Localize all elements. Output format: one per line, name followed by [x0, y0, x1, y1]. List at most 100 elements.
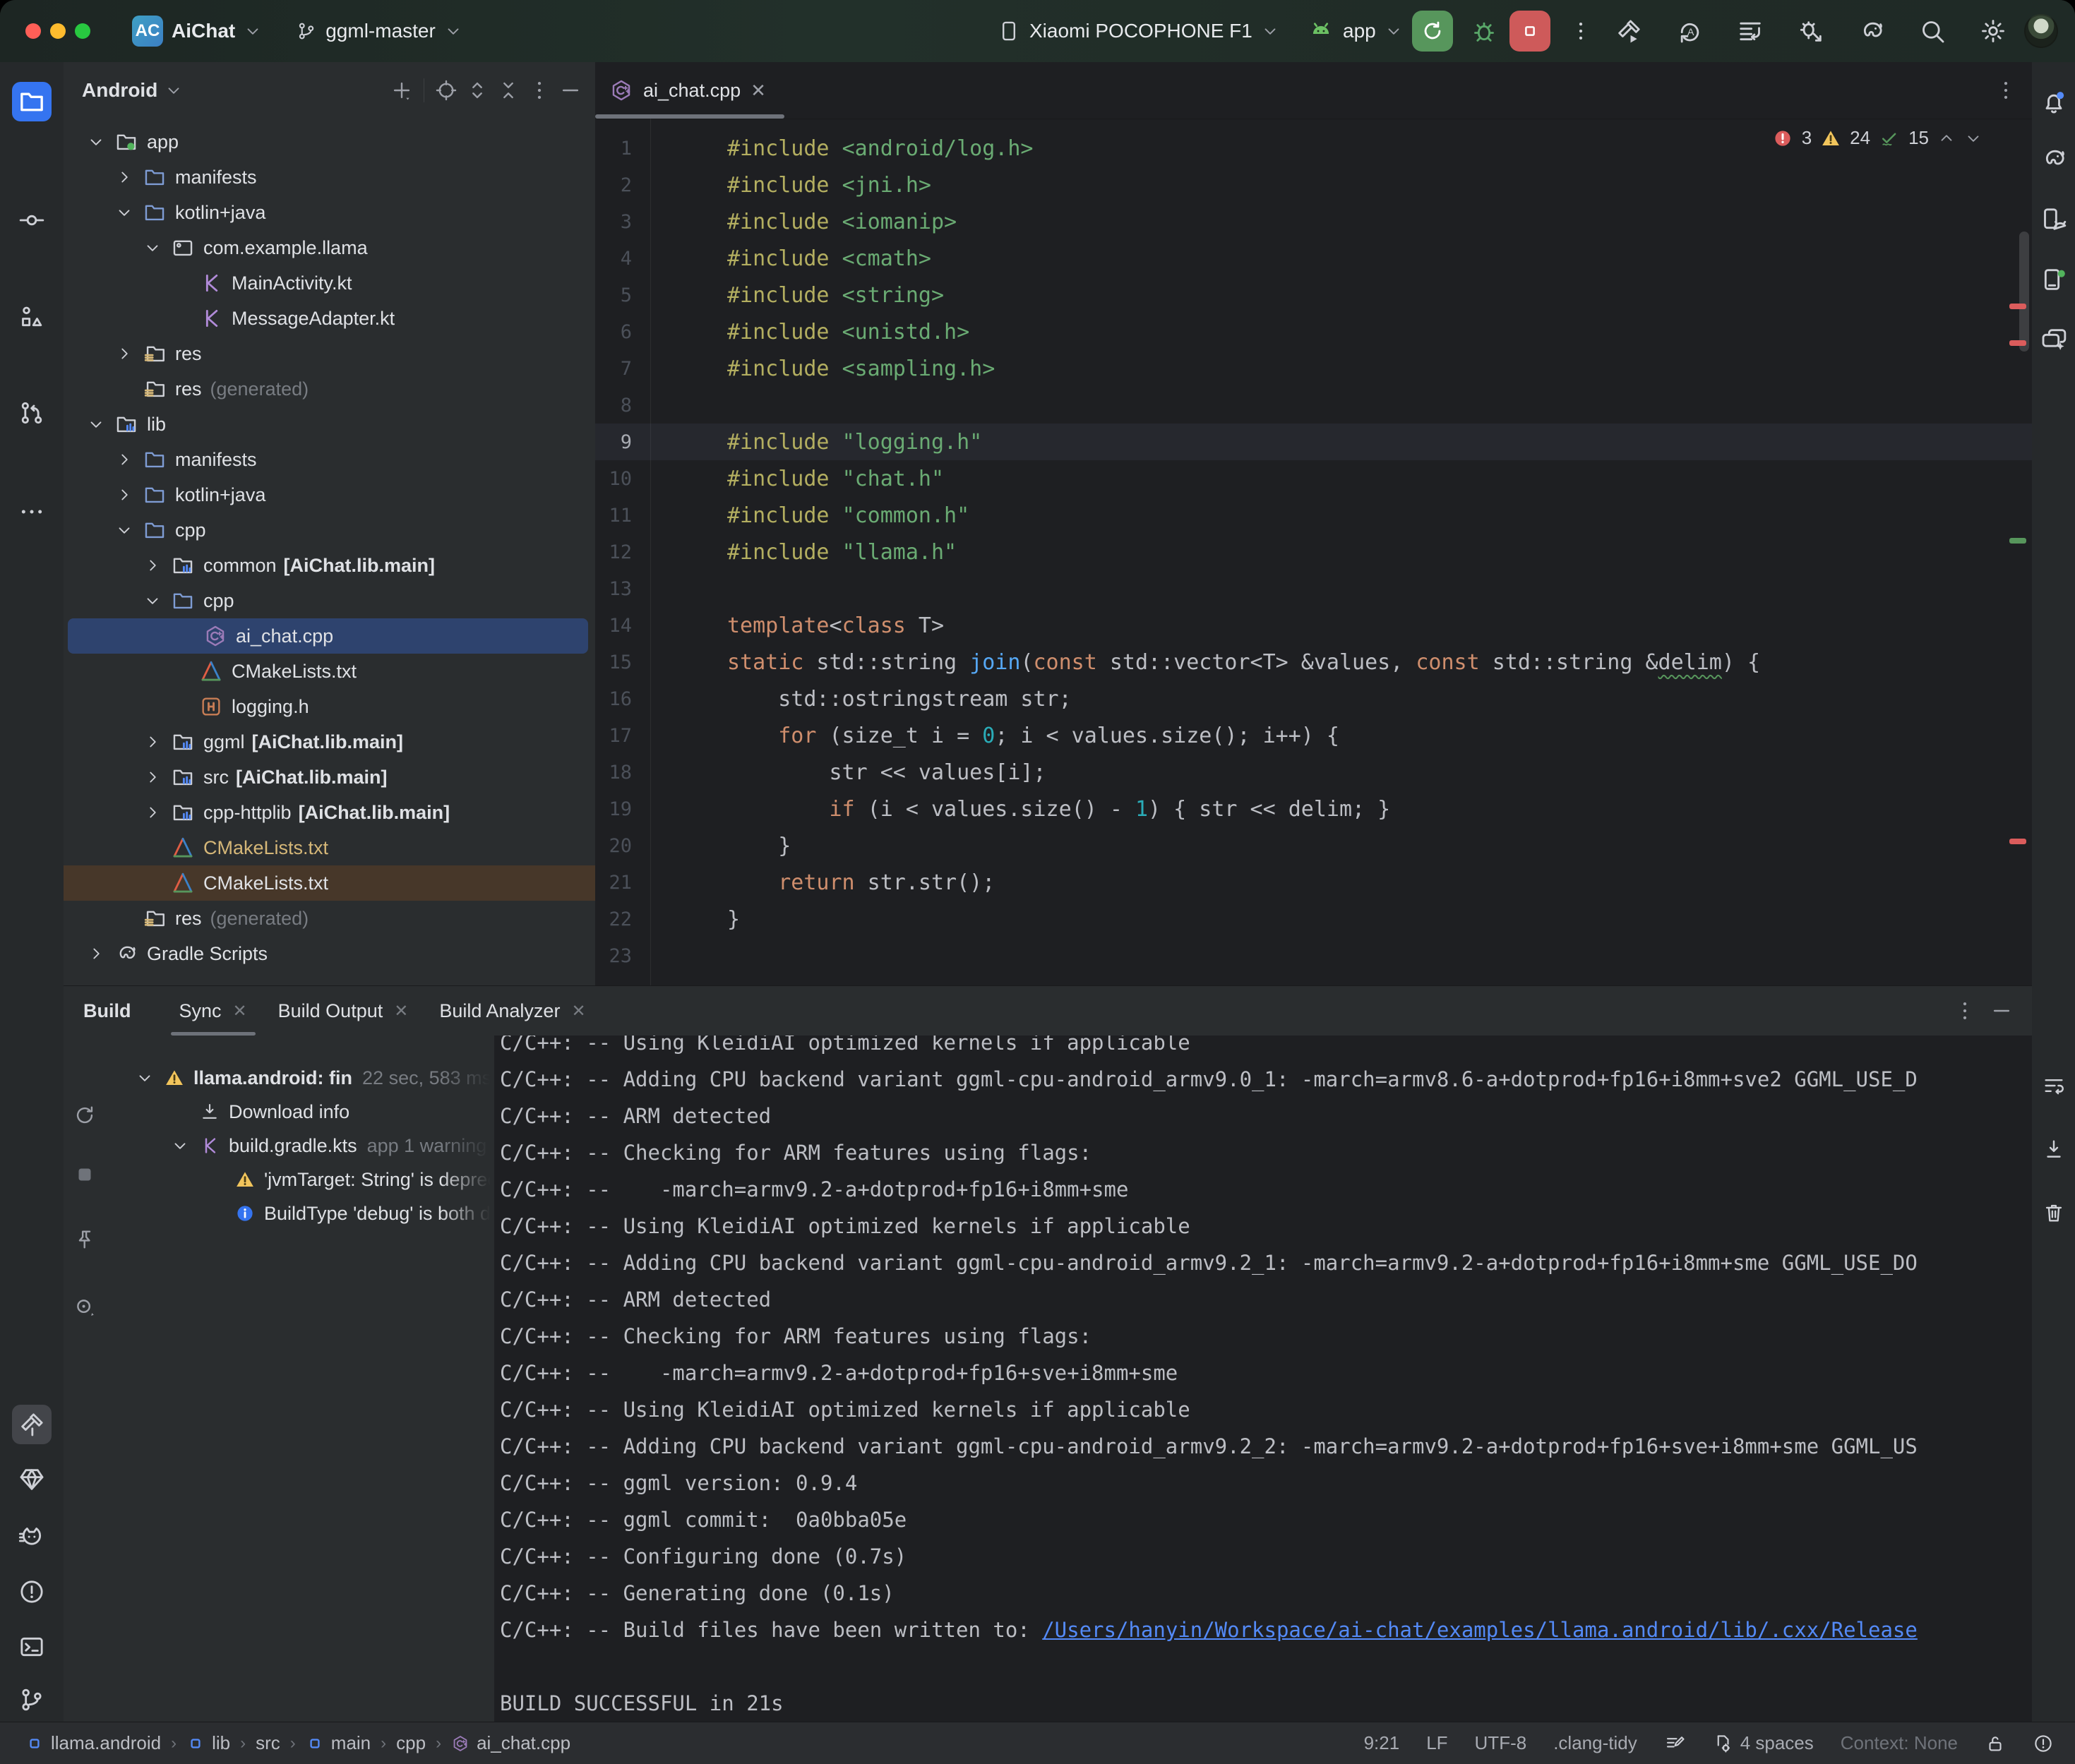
code-line-8[interactable]: 8 [595, 387, 2032, 424]
clang-tidy-widget[interactable]: .clang-tidy [1553, 1732, 1637, 1754]
chevron-down-icon[interactable] [86, 133, 114, 151]
hide-panel-icon[interactable] [1990, 999, 2014, 1023]
tree-item-common[interactable]: common[AiChat.lib.main] [64, 548, 595, 583]
tool-strip-notifications[interactable] [2034, 83, 2074, 123]
close-tab-icon[interactable]: ✕ [571, 1001, 585, 1021]
code-line-6[interactable]: 6#include <unistd.h> [595, 313, 2032, 350]
tool-strip-terminal[interactable] [12, 1627, 52, 1667]
file-encoding[interactable]: UTF-8 [1475, 1732, 1527, 1754]
code-line-21[interactable]: 21 return str.str(); [595, 864, 2032, 901]
debug-bug-icon[interactable] [1470, 17, 1498, 45]
project-view-selector[interactable]: Android [82, 79, 157, 102]
code-editor[interactable]: 1#include <android/log.h>2#include <jni.… [595, 119, 2032, 985]
tree-item-cmakelists-txt[interactable]: CMakeLists.txt [64, 654, 595, 689]
close-tab-icon[interactable]: ✕ [751, 80, 766, 102]
tool-strip-structure[interactable] [12, 297, 52, 337]
chevron-down-icon[interactable] [143, 239, 171, 257]
options-icon[interactable] [527, 78, 551, 102]
breadcrumb-lib[interactable]: lib [186, 1732, 230, 1754]
editor-scrollbar[interactable] [2019, 232, 2029, 352]
error-stripe-mark[interactable] [2009, 839, 2026, 844]
tree-item-cpp[interactable]: cpp [64, 583, 595, 618]
build-tab-sync[interactable]: Sync✕ [164, 986, 263, 1036]
chevron-right-icon[interactable] [143, 733, 171, 751]
change-stripe-mark[interactable] [2009, 538, 2026, 544]
build-node-download-info[interactable]: Download info [106, 1095, 494, 1129]
rollback-icon[interactable] [1736, 17, 1764, 45]
chevron-right-icon[interactable] [86, 944, 114, 963]
search-icon[interactable] [1918, 17, 1947, 45]
kebab-menu-icon[interactable] [1569, 19, 1593, 43]
tool-strip-device-manager[interactable] [2034, 200, 2074, 239]
chevron-down-icon[interactable] [114, 203, 143, 222]
indent-widget[interactable]: 4 spaces [1712, 1732, 1814, 1754]
settings-icon[interactable] [1979, 17, 2007, 45]
filter-icon[interactable] [73, 1295, 97, 1319]
user-avatar[interactable] [2024, 14, 2058, 48]
chevron-right-icon[interactable] [143, 556, 171, 575]
build-node-buildtype-debug-is-both-de[interactable]: BuildType 'debug' is both de [106, 1196, 494, 1230]
project-widget[interactable]: AC AiChat [132, 16, 262, 47]
chevron-right-icon[interactable] [114, 344, 143, 363]
gradle-sync-icon[interactable] [1858, 17, 1886, 45]
chevron-down-icon[interactable] [134, 1069, 164, 1087]
build-run-icon[interactable] [1615, 17, 1643, 45]
editor-options-kebab-icon[interactable] [1994, 78, 2018, 102]
tool-strip-git-branch[interactable] [12, 1680, 52, 1720]
zoom-window-button[interactable] [75, 23, 90, 39]
next-problem-chevron-icon[interactable] [1964, 129, 1983, 148]
code-line-19[interactable]: 19 if (i < values.size() - 1) { str << d… [595, 791, 2032, 827]
locate-icon[interactable] [434, 78, 458, 102]
code-line-3[interactable]: 3#include <iomanip> [595, 203, 2032, 240]
close-window-button[interactable] [25, 23, 41, 39]
tool-strip-more[interactable] [12, 492, 52, 532]
inspections-widget[interactable]: 3 24 15 [1772, 127, 1983, 149]
tree-item-cpp-httplib[interactable]: cpp-httplib[AiChat.lib.main] [64, 795, 595, 830]
build-node-build-gradle-kts[interactable]: build.gradle.ktsapp 1 warning [106, 1129, 494, 1163]
tool-strip-gemini[interactable] [2034, 320, 2074, 359]
console-tool-scroll-to-end[interactable] [2034, 1129, 2074, 1169]
tree-item-manifests[interactable]: manifests [64, 160, 595, 195]
tree-item-cpp[interactable]: cpp [64, 512, 595, 548]
tree-item-kotlin-java[interactable]: kotlin+java [64, 477, 595, 512]
tree-item-ggml[interactable]: ggml[AiChat.lib.main] [64, 724, 595, 760]
tree-item-messageadapter-kt[interactable]: MessageAdapter.kt [64, 301, 595, 336]
chevron-right-icon[interactable] [143, 803, 171, 822]
build-tab-build-output[interactable]: Build Output✕ [263, 986, 424, 1036]
stop-square-icon[interactable] [73, 1163, 97, 1187]
breadcrumb-cpp[interactable]: cpp [396, 1732, 426, 1754]
tree-item-gradle-scripts[interactable]: Gradle Scripts [64, 936, 595, 971]
problems-indicator-icon[interactable] [2033, 1733, 2054, 1754]
tool-strip-gradle[interactable] [2034, 139, 2074, 179]
build-options-kebab-icon[interactable] [1953, 999, 1977, 1023]
pin-icon[interactable] [73, 1228, 97, 1252]
code-line-18[interactable]: 18 str << values[i]; [595, 754, 2032, 791]
code-line-23[interactable]: 23 [595, 937, 2032, 974]
chevron-down-icon[interactable] [169, 1136, 199, 1155]
code-line-10[interactable]: 10#include "chat.h" [595, 460, 2032, 497]
device-selector[interactable]: Xiaomi POCOPHONE F1 [997, 19, 1279, 43]
chevron-right-icon[interactable] [114, 450, 143, 469]
tree-item-cmakelists-txt[interactable]: CMakeLists.txt [64, 830, 595, 865]
run-config-selector[interactable]: app [1308, 18, 1403, 44]
breadcrumb-main[interactable]: main [306, 1732, 371, 1754]
build-node-llama-android-fin[interactable]: llama.android: fin22 sec, 583 ms [106, 1061, 494, 1095]
console-tool-clear[interactable] [2034, 1193, 2074, 1232]
tool-strip-problems[interactable] [12, 1572, 52, 1612]
chevron-down-icon[interactable] [86, 415, 114, 433]
code-line-2[interactable]: 2#include <jni.h> [595, 167, 2032, 203]
chevron-down-icon[interactable] [143, 592, 171, 610]
tool-strip-build-hammer[interactable] [12, 1405, 52, 1444]
code-line-20[interactable]: 20 } [595, 827, 2032, 864]
tree-item-mainactivity-kt[interactable]: MainActivity.kt [64, 265, 595, 301]
tree-item-manifests[interactable]: manifests [64, 442, 595, 477]
line-ending[interactable]: LF [1426, 1732, 1447, 1754]
context-widget[interactable]: Context: None [1841, 1732, 1958, 1754]
attach-debugger-icon[interactable] [1797, 17, 1825, 45]
prev-problem-chevron-icon[interactable] [1937, 129, 1956, 148]
code-line-13[interactable]: 13 [595, 570, 2032, 607]
tool-strip-commit[interactable] [12, 200, 52, 240]
tree-item-lib[interactable]: lib [64, 407, 595, 442]
code-line-11[interactable]: 11#include "common.h" [595, 497, 2032, 534]
hide-icon[interactable] [558, 78, 582, 102]
